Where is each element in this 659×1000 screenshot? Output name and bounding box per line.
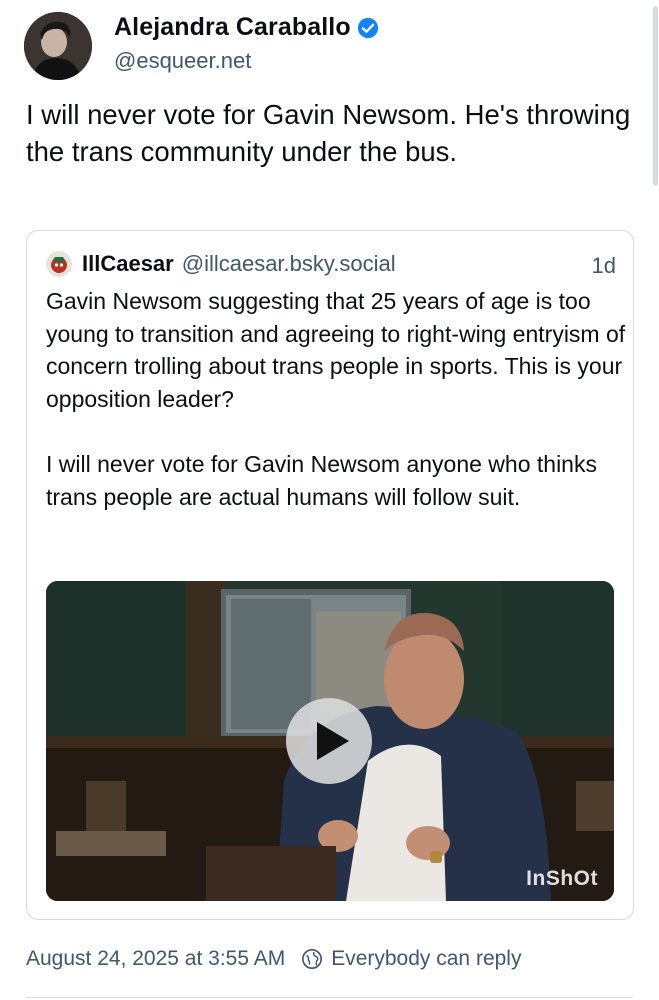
quote-timestamp[interactable]: 1d	[592, 253, 616, 279]
quote-body: Gavin Newsom suggesting that 25 years of…	[46, 285, 626, 513]
scrollbar-thumb[interactable]	[653, 6, 658, 186]
post-text: I will never vote for Gavin Newsom. He's…	[26, 99, 631, 167]
globe-icon	[302, 949, 323, 969]
author-name-row: Alejandra Caraballo	[114, 13, 379, 42]
reply-setting-label: Everybody can reply	[331, 947, 522, 970]
divider	[26, 997, 633, 998]
quote-author-avatar[interactable]	[46, 251, 72, 277]
author-avatar[interactable]	[24, 12, 92, 80]
play-button[interactable]	[286, 698, 372, 784]
quote-post-card[interactable]: IllCaesar @illcaesar.bsky.social 1d Gavi…	[26, 230, 634, 920]
post-timestamp[interactable]: August 24, 2025 at 3:55 AM	[26, 947, 285, 971]
quote-header: IllCaesar @illcaesar.bsky.social 1d	[46, 251, 616, 279]
quote-paragraph: I will never vote for Gavin Newsom anyon…	[46, 450, 597, 510]
quote-paragraph: Gavin Newsom suggesting that 25 years of…	[46, 288, 626, 412]
scrollbar[interactable]	[651, 0, 659, 190]
video-watermark: InShOt	[526, 867, 598, 890]
quote-author-name[interactable]: IllCaesar	[82, 251, 174, 277]
video-player[interactable]: InShOt	[46, 581, 614, 901]
post-footer: August 24, 2025 at 3:55 AM Everybody can…	[26, 947, 521, 971]
verified-badge-icon	[357, 17, 378, 38]
quote-author-handle[interactable]: @illcaesar.bsky.social	[182, 251, 396, 277]
author-name[interactable]: Alejandra Caraballo	[114, 13, 351, 42]
play-icon	[317, 722, 349, 760]
reply-setting[interactable]: Everybody can reply	[301, 947, 521, 971]
post-header: Alejandra Caraballo @esqueer.net	[24, 8, 624, 80]
author-handle[interactable]: @esqueer.net	[114, 48, 251, 74]
